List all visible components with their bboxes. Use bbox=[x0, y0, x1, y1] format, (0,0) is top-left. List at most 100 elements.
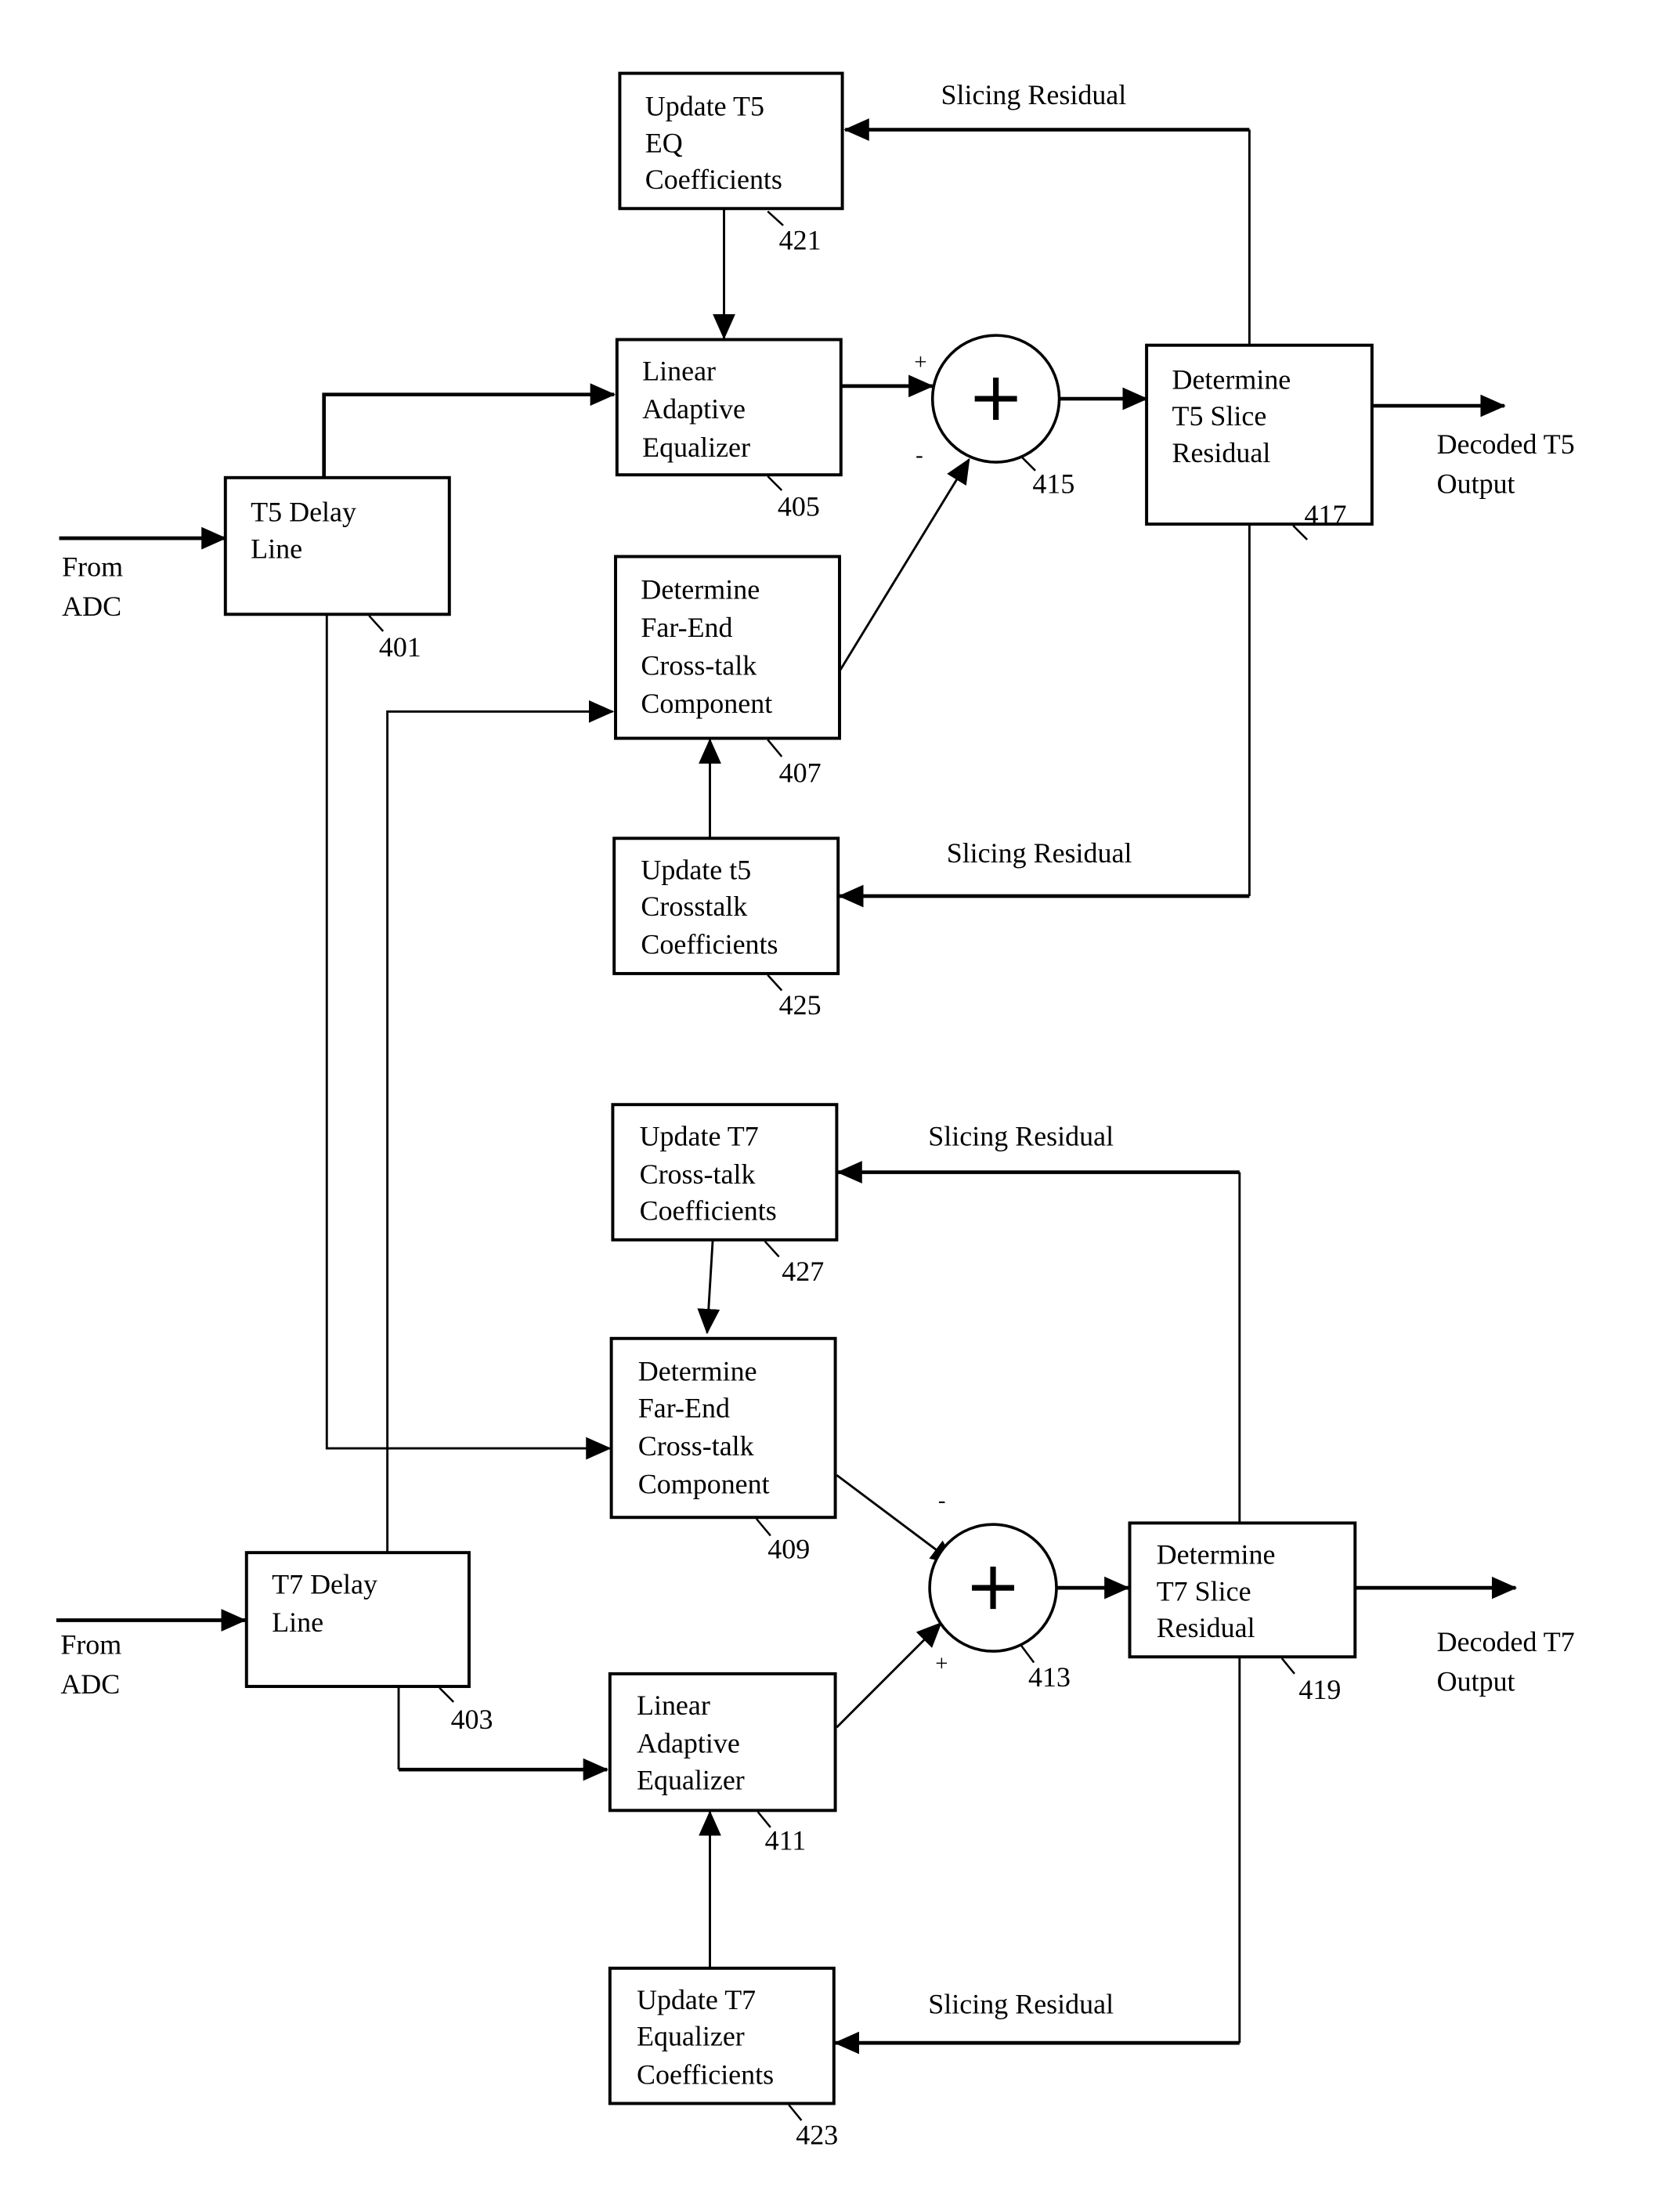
block-text: Coefficients bbox=[637, 2058, 774, 2090]
block-text: Update t5 bbox=[641, 854, 751, 885]
summer-415: + - bbox=[914, 334, 1061, 468]
ref-numeral: 413 bbox=[1028, 1661, 1071, 1693]
block-text: T7 Delay bbox=[272, 1568, 377, 1599]
ref-numeral: 427 bbox=[782, 1256, 824, 1287]
wire-411-to-413 bbox=[836, 1621, 942, 1729]
from-adc-label: From bbox=[60, 1629, 121, 1661]
ref-numeral: 407 bbox=[779, 757, 822, 788]
slicing-residual-label: Slicing Residual bbox=[941, 79, 1126, 110]
ref-423: 423 bbox=[788, 2104, 838, 2151]
block-text: Component bbox=[641, 688, 772, 719]
ref-419: 419 bbox=[1280, 1657, 1341, 1705]
block-text: Cross-talk bbox=[641, 650, 757, 681]
block-text: Adaptive bbox=[642, 393, 746, 425]
block-text: Coefficients bbox=[641, 929, 778, 960]
from-adc-label: From bbox=[62, 551, 123, 583]
ref-numeral: 423 bbox=[796, 2120, 838, 2151]
block-text: Linear bbox=[642, 356, 716, 387]
block-text: Equalizer bbox=[642, 432, 750, 463]
wire-427-to-409 bbox=[697, 1239, 720, 1335]
block-determine-far-end-crosstalk-t7: Determine Far-End Cross-talk Component bbox=[609, 1336, 837, 1520]
block-text: Determine bbox=[641, 573, 760, 605]
wire-407-to-415 bbox=[836, 457, 970, 674]
ref-425: 425 bbox=[767, 974, 822, 1021]
decoded-t5-output-label: Decoded T5 bbox=[1437, 428, 1575, 460]
block-text: Coefficients bbox=[640, 1195, 777, 1227]
slicing-residual-label: Slicing Residual bbox=[947, 837, 1132, 869]
ref-409: 409 bbox=[755, 1518, 810, 1564]
block-text: Update T5 bbox=[645, 91, 764, 122]
block-text: Far-End bbox=[638, 1393, 730, 1424]
block-text: Determine bbox=[638, 1356, 757, 1387]
block-text: Cross-talk bbox=[638, 1430, 754, 1462]
ref-numeral: 403 bbox=[451, 1704, 493, 1735]
wire-409-to-413 bbox=[836, 1474, 956, 1565]
ref-405: 405 bbox=[767, 475, 820, 522]
block-text: Determine bbox=[1157, 1539, 1276, 1570]
block-update-t7-equalizer-coefficients: Update T7 Equalizer Coefficients bbox=[608, 1966, 836, 2105]
block-text: Line bbox=[251, 533, 302, 564]
block-text: Cross-talk bbox=[640, 1158, 756, 1190]
block-text: Line bbox=[272, 1607, 323, 1638]
block-t7-delay-line: T7 Delay Line bbox=[244, 1551, 471, 1689]
block-t5-delay-line: T5 Delay Line bbox=[223, 475, 451, 616]
ref-numeral: 411 bbox=[765, 1825, 807, 1856]
block-linear-adaptive-equalizer-t5: Linear Adaptive Equalizer bbox=[615, 338, 843, 477]
summer-413: - + bbox=[928, 1488, 1058, 1676]
ref-403: 403 bbox=[439, 1686, 493, 1735]
wire-401-to-405 bbox=[322, 383, 616, 477]
block-text: Equalizer bbox=[637, 1764, 745, 1795]
block-determine-t7-slice-residual: Determine T7 Slice Residual bbox=[1128, 1521, 1357, 1659]
slicing-residual-label: Slicing Residual bbox=[928, 1988, 1114, 2019]
block-text: Residual bbox=[1157, 1612, 1255, 1643]
block-determine-t5-slice-residual: Determine T5 Slice Residual bbox=[1145, 343, 1374, 526]
block-diagram: Update T5 EQ Coefficients Linear Adaptiv… bbox=[56, 71, 1575, 2151]
summer-sign-minus: - bbox=[938, 1488, 946, 1513]
block-text: Coefficients bbox=[645, 164, 782, 195]
block-text: EQ bbox=[645, 127, 683, 158]
from-adc-label: ADC bbox=[60, 1668, 120, 1700]
ref-numeral: 401 bbox=[379, 631, 421, 663]
decoded-t7-output-label: Decoded T7 bbox=[1437, 1626, 1575, 1657]
block-text: Crosstalk bbox=[641, 891, 747, 922]
ref-427: 427 bbox=[764, 1240, 824, 1287]
ref-411: 411 bbox=[757, 1811, 807, 1856]
ref-numeral: 421 bbox=[779, 224, 822, 255]
block-linear-adaptive-equalizer-t7: Linear Adaptive Equalizer bbox=[608, 1672, 837, 1813]
ref-numeral: 405 bbox=[778, 490, 820, 522]
ref-413: 413 bbox=[1020, 1645, 1071, 1693]
block-text: Component bbox=[638, 1469, 770, 1500]
from-adc-label: ADC bbox=[62, 591, 121, 622]
block-text: Determine bbox=[1172, 363, 1291, 395]
block-update-t5-eq-coefficients: Update T5 EQ Coefficients bbox=[618, 71, 844, 211]
ref-415: 415 bbox=[1020, 455, 1074, 500]
wire-403-to-407 bbox=[386, 699, 615, 1553]
ref-numeral: 417 bbox=[1305, 499, 1347, 530]
ref-numeral: 415 bbox=[1032, 468, 1074, 500]
block-text: Update T7 bbox=[640, 1120, 759, 1151]
block-text: Adaptive bbox=[637, 1728, 740, 1759]
block-text: Residual bbox=[1172, 437, 1270, 468]
ref-numeral: 409 bbox=[767, 1533, 810, 1564]
block-text: Linear bbox=[637, 1690, 710, 1721]
slicing-residual-label: Slicing Residual bbox=[928, 1120, 1114, 1151]
ref-421: 421 bbox=[767, 210, 822, 255]
block-update-t7-crosstalk-coefficients: Update T7 Cross-talk Coefficients bbox=[611, 1103, 839, 1242]
decoded-t7-output-label: Output bbox=[1437, 1665, 1515, 1697]
ref-numeral: 425 bbox=[779, 989, 822, 1021]
ref-401: 401 bbox=[368, 615, 421, 663]
block-text: Update T7 bbox=[637, 1984, 756, 2015]
block-update-t5-crosstalk-coefficients: Update t5 Crosstalk Coefficients bbox=[612, 837, 840, 975]
wire-401-to-409 bbox=[325, 614, 612, 1460]
block-text: Far-End bbox=[641, 612, 732, 643]
block-determine-far-end-crosstalk-t5: Determine Far-End Cross-talk Component bbox=[614, 555, 841, 740]
block-text: T7 Slice bbox=[1157, 1575, 1251, 1607]
block-text: Equalizer bbox=[637, 2021, 745, 2052]
ref-numeral: 419 bbox=[1298, 1674, 1341, 1705]
summer-sign-plus: + bbox=[935, 1651, 948, 1676]
summer-sign-minus: - bbox=[915, 443, 923, 468]
summer-sign-plus: + bbox=[914, 349, 926, 374]
block-text: T5 Slice bbox=[1172, 400, 1266, 432]
decoded-t5-output-label: Output bbox=[1437, 468, 1515, 500]
ref-407: 407 bbox=[767, 739, 822, 788]
